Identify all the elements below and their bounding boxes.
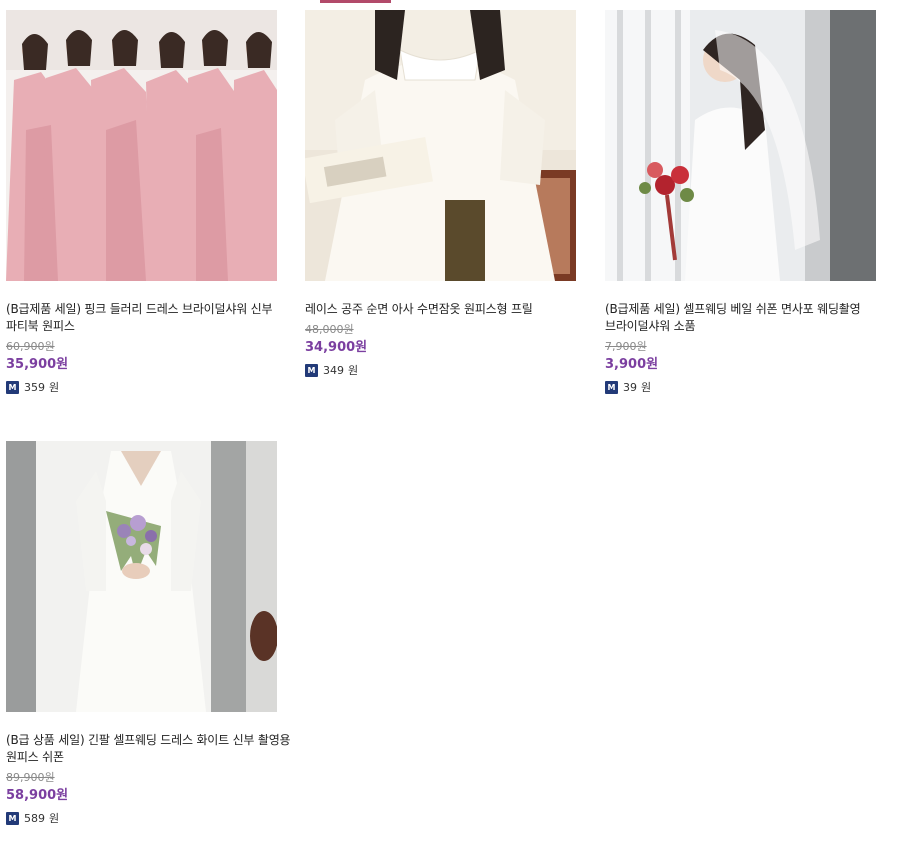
product-card[interactable]: (B급제품 세일) 셀프웨딩 베일 쉬폰 면사포 웨딩촬영 브라이덜샤워 소품 …	[605, 10, 890, 394]
product-image[interactable]	[305, 10, 576, 281]
product-title[interactable]: (B급제품 세일) 셀프웨딩 베일 쉬폰 면사포 웨딩촬영 브라이덜샤워 소품	[605, 301, 890, 335]
product-title[interactable]: (B급 상품 세일) 긴팔 셀프웨딩 드레스 화이트 신부 촬영용 원피스 쉬폰	[6, 732, 291, 766]
product-title[interactable]: (B급제품 세일) 핑크 들러리 드레스 브라이덜샤워 신부 파티북 원피스	[6, 301, 291, 335]
points-value: 39	[623, 380, 637, 394]
points-row: M 349 원	[305, 363, 590, 377]
product-card[interactable]: (B급제품 세일) 핑크 들러리 드레스 브라이덜샤워 신부 파티북 원피스 6…	[6, 10, 291, 394]
points-unit: 원	[348, 364, 359, 377]
mileage-icon: M	[305, 363, 318, 377]
mileage-icon: M	[6, 811, 19, 825]
product-grid: (B급제품 세일) 핑크 들러리 드레스 브라이덜샤워 신부 파티북 원피스 6…	[0, 0, 898, 846]
original-price: 89,900원	[6, 771, 55, 784]
points-value: 359	[24, 380, 45, 394]
original-price: 48,000원	[305, 323, 354, 336]
product-image[interactable]	[6, 10, 277, 281]
bridesmaids-pink-dress-image	[6, 10, 277, 281]
mileage-icon: M	[6, 380, 19, 394]
points-value: 589	[24, 811, 45, 825]
lace-nightgown-image	[305, 10, 576, 281]
sale-price: 34,900원	[305, 340, 368, 355]
mileage-icon: M	[605, 380, 618, 394]
product-title[interactable]: 레이스 공주 순면 아사 수면잠옷 원피스형 프릴	[305, 301, 590, 318]
points-unit: 원	[49, 381, 60, 394]
sale-price: 58,900원	[6, 788, 69, 803]
product-card[interactable]: (B급 상품 세일) 긴팔 셀프웨딩 드레스 화이트 신부 촬영용 원피스 쉬폰…	[6, 441, 291, 825]
points-row: M 589 원	[6, 811, 291, 825]
points-row: M 359 원	[6, 380, 291, 394]
product-image[interactable]	[6, 441, 277, 712]
white-long-sleeve-dress-image	[6, 441, 277, 712]
points-unit: 원	[641, 381, 652, 394]
wedding-veil-image	[605, 10, 876, 281]
sale-price: 3,900원	[605, 357, 659, 372]
sale-price: 35,900원	[6, 357, 69, 372]
points-unit: 원	[49, 812, 60, 825]
points-value: 349	[323, 363, 344, 377]
points-row: M 39 원	[605, 380, 890, 394]
product-card[interactable]: 레이스 공주 순면 아사 수면잠옷 원피스형 프릴 48,000원 34,900…	[305, 10, 590, 377]
original-price: 60,900원	[6, 340, 55, 353]
product-image[interactable]	[605, 10, 876, 281]
active-tab-indicator	[320, 0, 391, 3]
original-price: 7,900원	[605, 340, 647, 353]
